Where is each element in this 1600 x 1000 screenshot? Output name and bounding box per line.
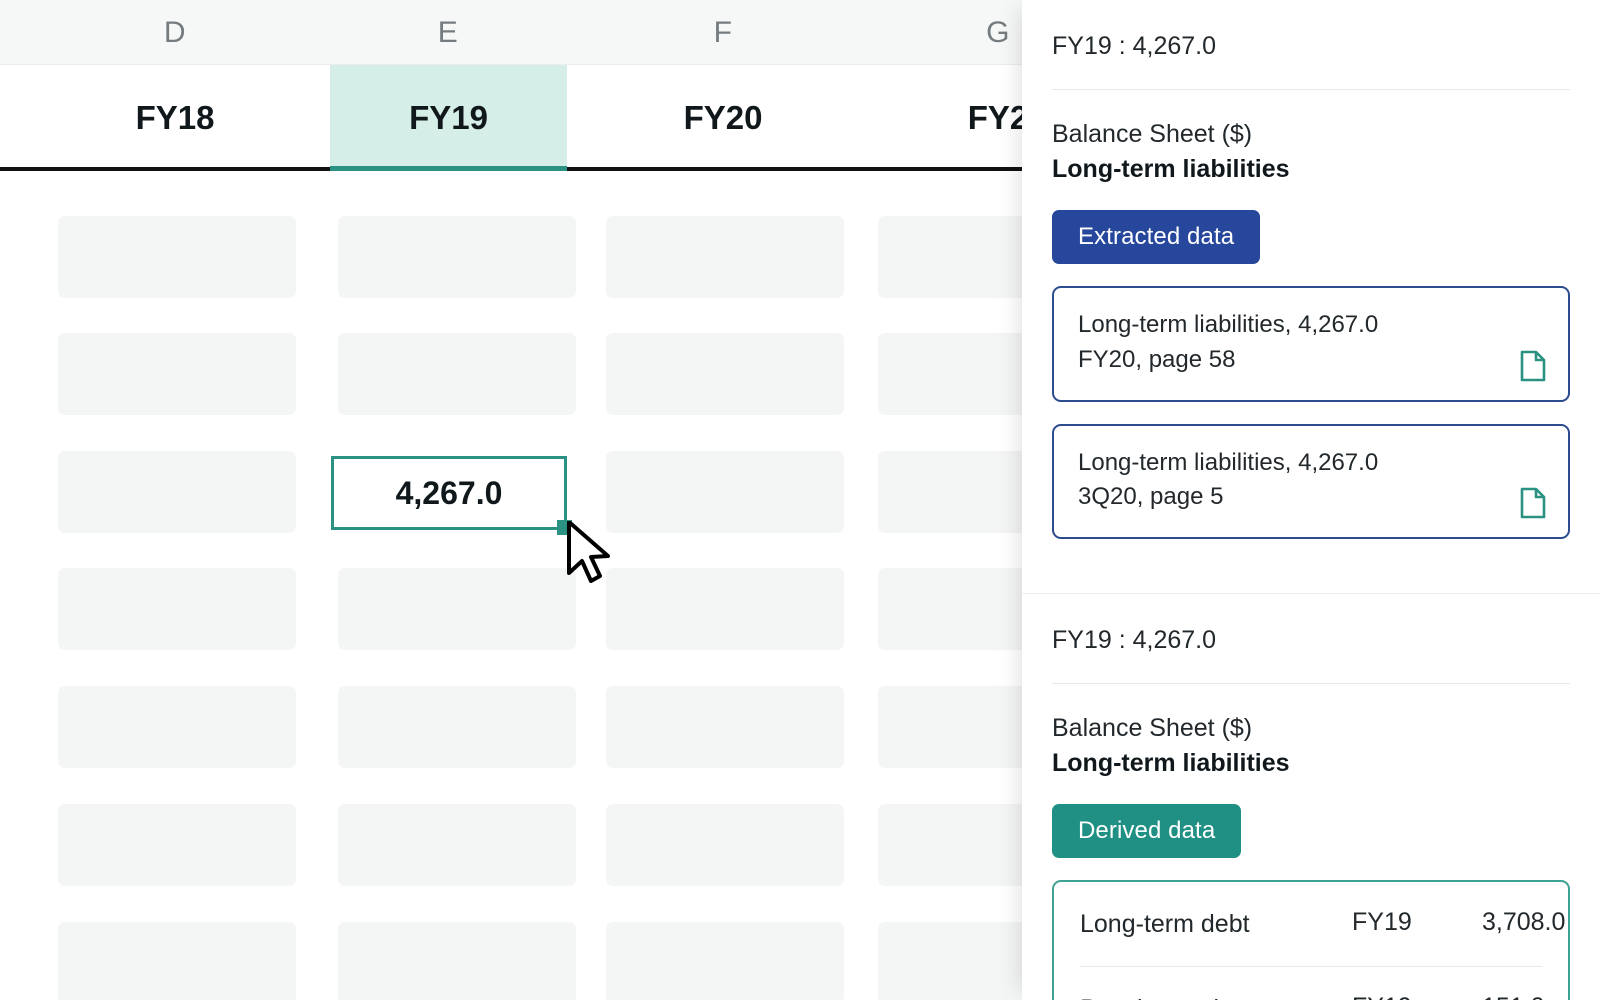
cell-placeholder[interactable] — [338, 686, 576, 768]
fiscal-header-fy21[interactable]: FY2 — [858, 65, 1022, 171]
cell-placeholder[interactable] — [338, 333, 576, 415]
cell-placeholder[interactable] — [878, 216, 1022, 298]
cell-placeholder[interactable] — [338, 804, 576, 886]
metric-label: Long-term liabilities — [1052, 749, 1290, 778]
fiscal-header-row: FY18 FY19 FY20 FY2 — [0, 65, 1022, 171]
grid-body — [0, 175, 1022, 1000]
fiscal-header-fy20[interactable]: FY20 — [583, 65, 863, 171]
source-card-line-2: 3Q20, page 5 — [1078, 483, 1224, 511]
fiscal-header-fy18[interactable]: FY18 — [35, 65, 315, 171]
cell-placeholder[interactable] — [878, 333, 1022, 415]
block-title: FY19 : 4,267.0 — [1052, 626, 1217, 655]
badge-extracted-data[interactable]: Extracted data — [1052, 210, 1261, 264]
badge-derived-data[interactable]: Derived data — [1052, 804, 1242, 859]
source-card[interactable]: Long-term liabilities, 4,267.0 FY20, pag… — [1052, 286, 1570, 402]
row-label: Pension and post-retirement — [1080, 993, 1352, 1000]
divider — [1052, 89, 1570, 90]
detail-panel: FY19 : 4,267.0 Balance Sheet ($) Long-te… — [1022, 0, 1600, 1000]
block-title: FY19 : 4,267.0 — [1052, 32, 1217, 60]
selected-cell-value: 4,267.0 — [395, 475, 503, 511]
column-letter-d[interactable]: D — [35, 0, 315, 65]
fill-handle[interactable] — [557, 520, 572, 535]
cell-placeholder[interactable] — [606, 333, 844, 415]
source-card-line-1: Long-term liabilities, 4,267.0 — [1078, 448, 1379, 476]
cell-placeholder[interactable] — [58, 216, 296, 298]
fiscal-header-fy19[interactable]: FY19 — [330, 65, 567, 171]
cell-placeholder[interactable] — [606, 216, 844, 298]
cell-placeholder[interactable] — [878, 451, 1022, 533]
document-icon[interactable] — [1520, 350, 1546, 382]
cell-placeholder[interactable] — [606, 922, 844, 1000]
cell-placeholder[interactable] — [878, 686, 1022, 768]
cell-placeholder[interactable] — [58, 333, 296, 415]
column-letter-f[interactable]: F — [583, 0, 863, 65]
metric-label: Long-term liabilities — [1052, 155, 1290, 183]
table-row[interactable]: Pension and post-retirement FY19 151.0 — [1080, 965, 1545, 1000]
derived-data-table: Long-term debt FY19 3,708.0 Pension and … — [1052, 880, 1570, 1000]
column-letter-strip: D E F G — [0, 0, 1022, 65]
spreadsheet: D E F G FY18 FY19 FY20 FY2 4,267.0 — [0, 0, 1022, 1000]
source-card-line-2: FY20, page 58 — [1078, 345, 1236, 373]
info-block-extracted: FY19 : 4,267.0 Balance Sheet ($) Long-te… — [1022, 0, 1600, 594]
row-value: 151.0 — [1482, 993, 1545, 1000]
app-root: D E F G FY18 FY19 FY20 FY2 4,267.0 FY19 … — [0, 0, 1600, 1000]
cell-placeholder[interactable] — [606, 568, 844, 650]
cell-placeholder[interactable] — [606, 804, 844, 886]
row-period: FY19 — [1352, 908, 1412, 937]
cell-placeholder[interactable] — [606, 686, 844, 768]
cell-placeholder[interactable] — [878, 804, 1022, 886]
cell-placeholder[interactable] — [58, 568, 296, 650]
info-block-derived: FY19 : 4,267.0 Balance Sheet ($) Long-te… — [1022, 593, 1600, 1000]
cell-placeholder[interactable] — [338, 216, 576, 298]
cell-placeholder[interactable] — [58, 804, 296, 886]
column-letter-g[interactable]: G — [858, 0, 1022, 65]
row-period: FY19 — [1352, 993, 1482, 1000]
cell-placeholder[interactable] — [58, 922, 296, 1000]
source-card-line-1: Long-term liabilities, 4,267.0 — [1078, 311, 1379, 338]
statement-label: Balance Sheet ($) — [1052, 714, 1253, 743]
document-icon[interactable] — [1520, 487, 1546, 519]
cell-placeholder[interactable] — [606, 451, 844, 533]
cell-placeholder[interactable] — [878, 568, 1022, 650]
selected-cell[interactable]: 4,267.0 — [331, 456, 572, 535]
cell-placeholder[interactable] — [338, 922, 576, 1000]
row-label: Long-term debt — [1080, 910, 1250, 939]
row-value: 3,708.0 — [1482, 908, 1566, 937]
cell-placeholder[interactable] — [338, 568, 576, 650]
table-row[interactable]: Long-term debt FY19 3,708.0 — [1080, 882, 1565, 966]
statement-label: Balance Sheet ($) — [1052, 120, 1253, 148]
column-letter-e[interactable]: E — [308, 0, 588, 65]
divider — [1052, 683, 1570, 685]
cell-placeholder[interactable] — [58, 686, 296, 768]
cell-placeholder[interactable] — [58, 451, 296, 533]
cell-placeholder[interactable] — [878, 922, 1022, 1000]
source-card[interactable]: Long-term liabilities, 4,267.0 3Q20, pag… — [1052, 423, 1570, 540]
